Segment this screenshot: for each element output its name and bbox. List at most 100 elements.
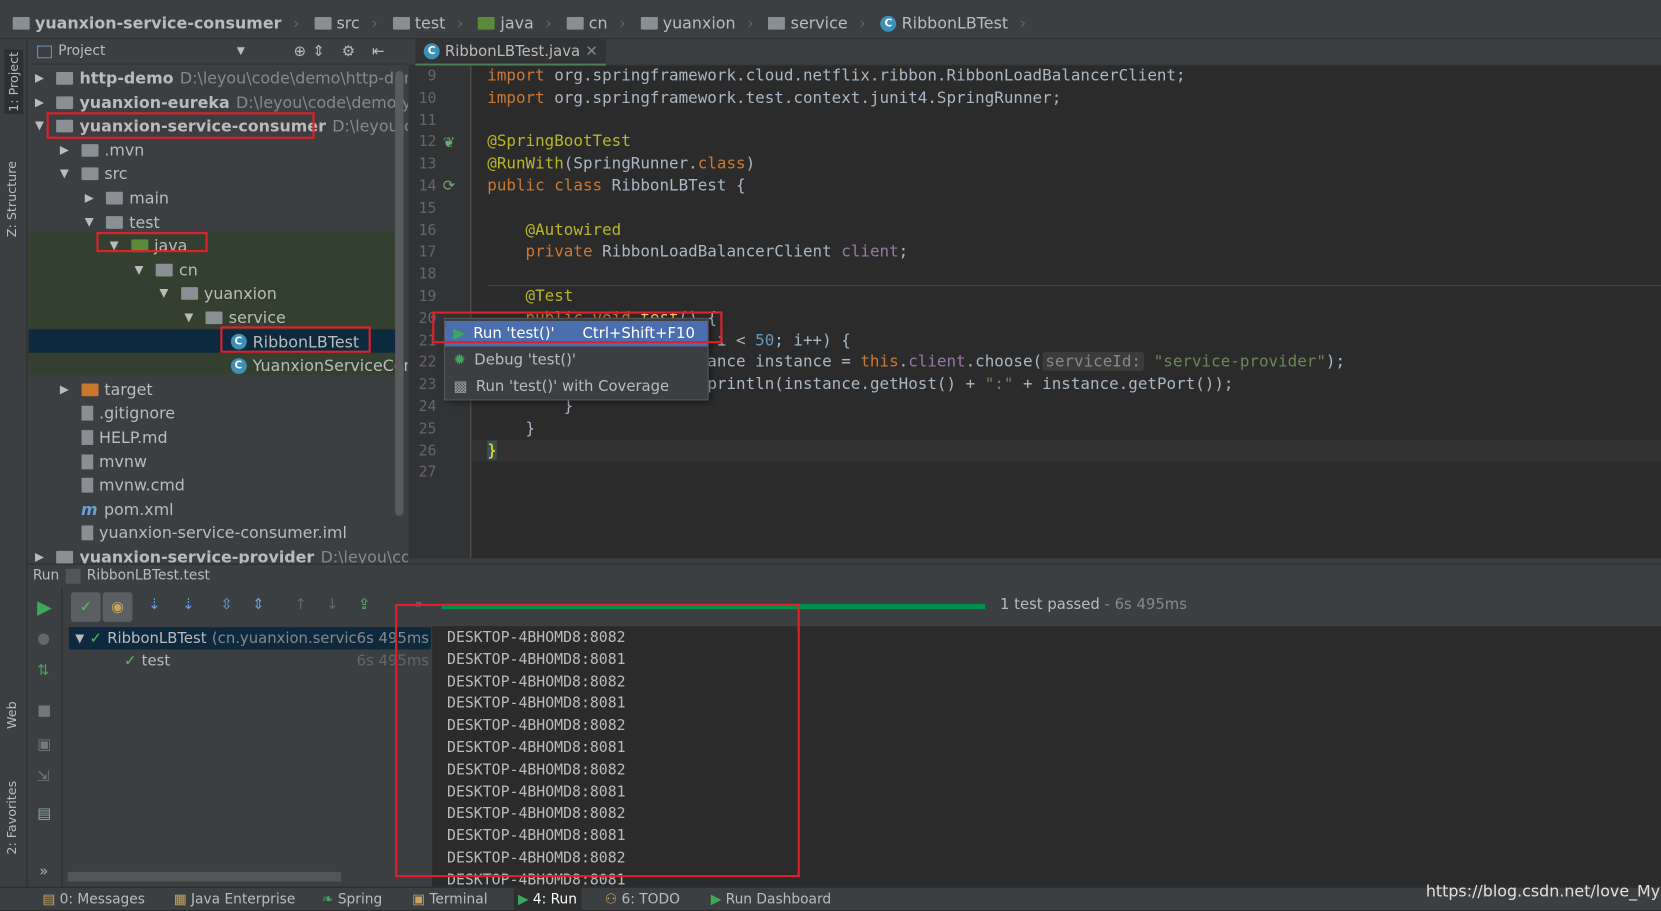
layout-icon[interactable]: ▤ bbox=[37, 805, 51, 822]
collapsed-arrow-icon[interactable]: ▶ bbox=[85, 186, 100, 209]
folder-icon bbox=[56, 72, 74, 85]
folder-icon bbox=[478, 16, 496, 30]
line-number: 23 bbox=[418, 376, 437, 394]
run-toolbar-left: ▶ ● ⇅ ■ ▣ ⇲ ▤ » bbox=[28, 587, 63, 887]
bottom-tab[interactable]: ▣ Terminal bbox=[408, 888, 492, 911]
side-tab-project[interactable]: 1: Project bbox=[4, 49, 24, 114]
tree-item[interactable]: ▶ target bbox=[29, 378, 153, 401]
chevron-down-icon[interactable]: ▼ bbox=[237, 46, 245, 58]
run-panel-header: Run RibbonLBTest.test bbox=[28, 563, 1661, 587]
collapsed-arrow-icon[interactable]: ▶ bbox=[35, 546, 50, 564]
breadcrumb-item[interactable]: C RibbonLBTest › bbox=[880, 14, 1026, 33]
breadcrumb-item[interactable]: yuanxion › bbox=[640, 14, 754, 33]
code-line: @SpringBootTest bbox=[487, 131, 631, 151]
breadcrumb-item[interactable]: java › bbox=[478, 14, 552, 33]
tree-scrollbar[interactable] bbox=[395, 70, 404, 516]
file-icon bbox=[81, 525, 93, 541]
expanded-arrow-icon[interactable]: ▼ bbox=[85, 210, 100, 233]
run-config-tab[interactable]: RibbonLBTest.test bbox=[87, 568, 210, 584]
breadcrumb-item[interactable]: yuanxion-service-consumer › bbox=[12, 14, 299, 33]
tree-item[interactable]: C YuanxionServiceCons bbox=[29, 354, 408, 377]
side-tab-structure[interactable]: Z: Structure bbox=[4, 161, 19, 237]
bottom-tab[interactable]: ▶ 4: Run bbox=[513, 887, 582, 911]
tree-item[interactable]: ▼ yuanxion bbox=[29, 282, 276, 305]
tree-item[interactable]: ▼ cn bbox=[29, 258, 198, 281]
bottom-tab[interactable]: ▦ Java Enterprise bbox=[169, 888, 299, 911]
tree-item[interactable]: mvnw bbox=[29, 450, 147, 473]
stop-icon[interactable]: ■ bbox=[37, 702, 51, 719]
tree-item[interactable]: .gitignore bbox=[29, 402, 175, 425]
bottom-tab[interactable]: ⚇ 6: TODO bbox=[601, 888, 685, 911]
breadcrumb-item[interactable]: test › bbox=[392, 14, 463, 33]
tree-item[interactable]: HELP.md bbox=[29, 426, 168, 449]
gear-icon[interactable]: ⚙ bbox=[342, 43, 355, 60]
show-passed-toggle[interactable]: ✓ bbox=[70, 592, 101, 622]
toggle-autotest-icon[interactable]: ⇅ bbox=[37, 662, 49, 679]
rerun-failed-icon[interactable]: ● bbox=[37, 630, 50, 647]
expanded-arrow-icon[interactable]: ▼ bbox=[135, 258, 150, 281]
code-line: import org.springframework.cloud.netflix… bbox=[487, 65, 1186, 85]
expanded-arrow-icon[interactable]: ▼ bbox=[159, 282, 174, 305]
menu-item-debug[interactable]: ✹ Debug 'test()' bbox=[445, 347, 708, 372]
breadcrumb-item[interactable]: cn › bbox=[566, 14, 626, 33]
breadcrumb-item[interactable]: service › bbox=[768, 14, 866, 33]
test-row-test[interactable]: ✓ test 6s 495ms bbox=[69, 649, 431, 671]
collapsed-arrow-icon[interactable]: ▶ bbox=[35, 91, 50, 114]
line-number: 22 bbox=[418, 354, 437, 372]
tab-icon: ⚇ bbox=[604, 891, 618, 908]
tree-item[interactable]: ▼ src bbox=[29, 163, 128, 186]
passed-icon: ✓ bbox=[123, 652, 137, 670]
highlight-java bbox=[96, 232, 208, 253]
bottom-tab[interactable]: ▤ 0: Messages bbox=[38, 888, 149, 911]
tree-item[interactable]: mvnw.cmd bbox=[29, 474, 185, 497]
tree-item[interactable]: ▶ main bbox=[29, 186, 169, 209]
run-gutter-icon[interactable]: ⟳ bbox=[443, 178, 455, 195]
test-status: 1 test passed - 6s 495ms bbox=[999, 596, 1187, 614]
export-results-icon[interactable]: ⇪ bbox=[358, 596, 370, 613]
collapse-all-icon[interactable]: ⇕ bbox=[252, 596, 264, 613]
side-tab-favorites[interactable]: 2: Favorites bbox=[4, 781, 19, 855]
breadcrumb-item[interactable]: src › bbox=[314, 14, 378, 33]
hide-icon[interactable]: ⇤ bbox=[372, 43, 384, 60]
rerun-icon[interactable]: ▶ bbox=[37, 596, 52, 618]
collapsed-arrow-icon[interactable]: ▶ bbox=[60, 139, 75, 162]
highlight-ribbonlbtest bbox=[220, 326, 371, 353]
expanded-arrow-icon[interactable]: ▼ bbox=[60, 163, 75, 186]
bottom-tab[interactable]: ❧ Spring bbox=[318, 888, 387, 911]
tab-ribbonlbtest[interactable]: C RibbonLBTest.java ✕ bbox=[415, 39, 607, 66]
folder-icon bbox=[205, 311, 223, 325]
collapsed-arrow-icon[interactable]: ▶ bbox=[35, 67, 50, 90]
expand-all-icon[interactable]: ⇳ bbox=[220, 596, 232, 613]
test-row-suite[interactable]: ▼ ✓ RibbonLBTest (cn.yuanxion.servic 6s 49… bbox=[68, 627, 432, 650]
sort-alpha-icon[interactable]: ⇣ bbox=[148, 596, 160, 613]
show-ignored-toggle[interactable]: ◉ bbox=[102, 592, 133, 622]
editor-tabs: C RibbonLBTest.java ✕ bbox=[408, 39, 1661, 66]
bottom-tab[interactable]: ▶ Run Dashboard bbox=[707, 888, 836, 911]
project-view-select[interactable]: Project bbox=[58, 43, 105, 59]
tree-item[interactable]: m pom.xml bbox=[29, 498, 174, 521]
next-test-icon[interactable]: ↓ bbox=[326, 596, 338, 613]
side-tab-web[interactable]: Web bbox=[4, 701, 19, 729]
tree-item[interactable]: yuanxion-service-consumer.iml bbox=[29, 522, 347, 545]
locate-icon[interactable]: ⊕ bbox=[294, 43, 306, 60]
tree-item[interactable]: ▶ .mvn bbox=[29, 139, 145, 162]
spring-bean-icon: ❦ bbox=[442, 134, 456, 152]
sort-duration-icon[interactable]: ⇣ bbox=[182, 596, 194, 613]
close-icon[interactable]: ✕ bbox=[585, 43, 597, 60]
import-icon[interactable]: ⇲ bbox=[37, 768, 49, 785]
collapse-icon[interactable]: ⇕ bbox=[312, 43, 324, 60]
prev-test-icon[interactable]: ↑ bbox=[294, 596, 306, 613]
run-label: Run bbox=[32, 567, 60, 584]
tree-item[interactable]: ▶yuanxion-service-providerD:\leyou\code\… bbox=[29, 546, 408, 564]
collapsed-arrow-icon[interactable]: ▶ bbox=[60, 378, 75, 401]
more-icon[interactable]: » bbox=[39, 863, 48, 880]
menu-item-coverage[interactable]: ▩ Run 'test()' with Coverage bbox=[445, 374, 708, 399]
tree-item[interactable]: ▼ test bbox=[29, 210, 160, 233]
tree-item[interactable]: ▶yuanxion-eurekaD:\leyou\code\demo\yuan bbox=[29, 91, 408, 114]
expanded-arrow-icon[interactable]: ▼ bbox=[184, 306, 199, 329]
test-tree-scrollbar[interactable] bbox=[67, 871, 342, 882]
tree-item[interactable]: ▶ http-demo D:\leyou\code\demo\http-demo bbox=[29, 67, 408, 90]
left-tool-strip: 1: Project Z: Structure Web 2: Favorites bbox=[0, 39, 28, 887]
export-icon[interactable]: ▣ bbox=[37, 736, 51, 753]
file-icon bbox=[81, 477, 93, 493]
